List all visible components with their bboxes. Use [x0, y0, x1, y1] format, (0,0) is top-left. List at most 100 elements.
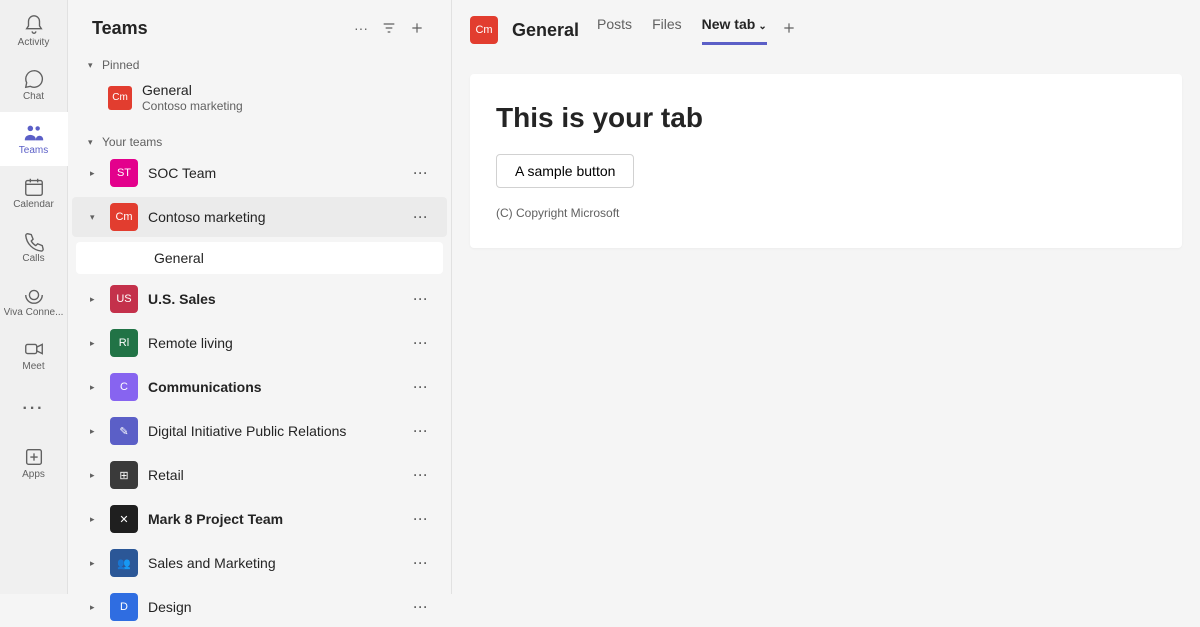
team-more-button[interactable]: ···: [407, 468, 435, 482]
tab-content: This is your tab A sample button (C) Cop…: [470, 74, 1182, 248]
copyright-text: (C) Copyright Microsoft: [496, 206, 1156, 220]
team-avatar: D: [110, 593, 138, 621]
pinned-section-toggle[interactable]: ▾ Pinned: [68, 52, 451, 76]
chevron-down-icon: ▾: [88, 137, 98, 148]
channel-header: Cm General PostsFilesNew tab⌄: [452, 0, 1200, 50]
chevron-right-icon: ▸: [90, 294, 100, 305]
team-name: Design: [148, 599, 397, 615]
team-name: Sales and Marketing: [148, 555, 397, 571]
app-rail: Activity Chat Teams Calendar Calls Viva …: [0, 0, 68, 594]
team-name: Communications: [148, 379, 397, 395]
team-item[interactable]: ▸CCommunications···: [72, 367, 447, 407]
tab-new-tab[interactable]: New tab⌄: [702, 16, 767, 45]
your-teams-section-toggle[interactable]: ▾ Your teams: [68, 129, 451, 153]
rail-label: Meet: [4, 362, 64, 372]
channel-name: General: [512, 20, 579, 41]
team-avatar: Cm: [108, 86, 132, 110]
sample-button[interactable]: A sample button: [496, 154, 634, 188]
team-more-button[interactable]: ···: [407, 556, 435, 570]
rail-viva[interactable]: Viva Conne...: [0, 274, 68, 328]
rail-label: Apps: [4, 470, 64, 480]
plus-icon: [409, 20, 425, 36]
rail-meet[interactable]: Meet: [0, 328, 68, 382]
rail-label: Activity: [4, 38, 64, 48]
chevron-down-icon: ▾: [88, 60, 98, 71]
team-item[interactable]: ▸STSOC Team···: [72, 153, 447, 193]
video-icon: [23, 338, 45, 360]
team-avatar: ✕: [110, 505, 138, 533]
team-item[interactable]: ▸ Rl Remote living ···: [72, 323, 447, 363]
rail-label: Chat: [4, 92, 64, 102]
team-item[interactable]: ▸ 👥 Sales and Marketing ···: [72, 543, 447, 583]
plus-icon: [781, 20, 797, 36]
team-more-button[interactable]: ···: [407, 292, 435, 306]
team-item[interactable]: ▸USU.S. Sales···: [72, 279, 447, 319]
team-avatar: ⊞: [110, 461, 138, 489]
tab-files[interactable]: Files: [652, 16, 682, 45]
rail-teams[interactable]: Teams: [0, 112, 68, 166]
apps-icon: [23, 446, 45, 468]
chevron-right-icon: ▸: [90, 338, 100, 349]
tab-heading: This is your tab: [496, 102, 1156, 134]
chevron-right-icon: ▸: [90, 602, 100, 613]
chevron-right-icon: ▸: [90, 470, 100, 481]
rail-calls[interactable]: Calls: [0, 220, 68, 274]
rail-chat[interactable]: Chat: [0, 58, 68, 112]
bell-icon: [23, 14, 45, 36]
chevron-right-icon: ▸: [90, 382, 100, 393]
calendar-icon: [23, 176, 45, 198]
section-label: Your teams: [102, 135, 162, 149]
team-name: Remote living: [148, 335, 397, 351]
rail-label: Viva Conne...: [4, 308, 64, 318]
team-item[interactable]: ▸ ✎ Digital Initiative Public Relations ···: [72, 411, 447, 451]
chevron-right-icon: ▸: [90, 168, 100, 179]
rail-label: Calendar: [4, 200, 64, 210]
filter-icon: [381, 20, 397, 36]
channel-item[interactable]: General: [76, 242, 443, 274]
team-name: Digital Initiative Public Relations: [148, 423, 397, 439]
team-more-button[interactable]: ···: [407, 424, 435, 438]
team-name: SOC Team: [148, 165, 397, 181]
team-more-button[interactable]: ···: [407, 380, 435, 394]
team-more-button[interactable]: ···: [407, 600, 435, 614]
team-item[interactable]: ▸ D Design ···: [72, 587, 447, 627]
main-area: Cm General PostsFilesNew tab⌄ This is yo…: [452, 0, 1200, 594]
pinned-channel[interactable]: Cm General Contoso marketing: [68, 76, 451, 119]
teams-filter-button[interactable]: [375, 14, 403, 42]
team-item[interactable]: ▸ ⊞ Retail ···: [72, 455, 447, 495]
chevron-right-icon: ▸: [90, 426, 100, 437]
team-more-button[interactable]: ···: [407, 336, 435, 350]
team-avatar: Rl: [110, 329, 138, 357]
team-name: Retail: [148, 467, 397, 483]
teams-add-button[interactable]: [403, 14, 431, 42]
chat-icon: [23, 68, 45, 90]
tab-posts[interactable]: Posts: [597, 16, 632, 45]
rail-activity[interactable]: Activity: [0, 4, 68, 58]
team-name: Mark 8 Project Team: [148, 511, 397, 527]
team-more-button[interactable]: ···: [407, 166, 435, 180]
chevron-right-icon: ▸: [90, 514, 100, 525]
rail-label: Calls: [4, 254, 64, 264]
rail-calendar[interactable]: Calendar: [0, 166, 68, 220]
section-label: Pinned: [102, 58, 139, 72]
team-avatar: ✎: [110, 417, 138, 445]
rail-label: Teams: [4, 146, 64, 156]
team-item[interactable]: ▾CmContoso marketing···: [72, 197, 447, 237]
teams-more-button[interactable]: ···: [347, 14, 375, 42]
add-tab-button[interactable]: [781, 20, 797, 41]
team-more-button[interactable]: ···: [407, 210, 435, 224]
teams-panel: Teams ··· ▾ Pinned Cm General Contoso ma…: [68, 0, 452, 594]
chevron-right-icon: ▸: [90, 558, 100, 569]
teams-icon: [23, 122, 45, 144]
team-avatar: 👥: [110, 549, 138, 577]
rail-more[interactable]: ···: [0, 382, 68, 436]
team-more-button[interactable]: ···: [407, 512, 435, 526]
viva-icon: [23, 284, 45, 306]
team-item[interactable]: ▸ ✕ Mark 8 Project Team ···: [72, 499, 447, 539]
rail-apps[interactable]: Apps: [0, 436, 68, 490]
ellipsis-icon: ···: [23, 400, 45, 418]
team-avatar: Cm: [110, 203, 138, 231]
ellipsis-icon: ···: [354, 20, 368, 36]
chevron-down-icon: ⌄: [758, 21, 766, 32]
pinned-channel-name: General: [142, 82, 243, 99]
